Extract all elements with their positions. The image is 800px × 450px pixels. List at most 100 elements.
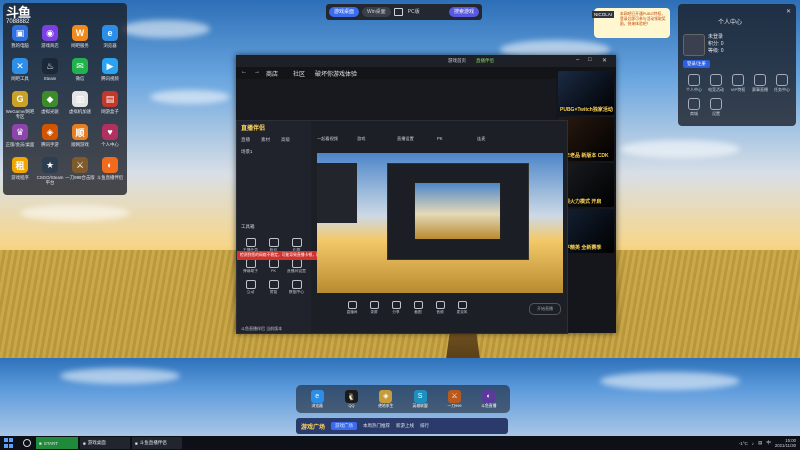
personal-center-item[interactable]: 商城 [683,98,705,117]
tool-bottombar: 开始直播 直播间 录屏 分享 截图 音频 麦克风 [313,299,567,323]
lol-icon: S [413,389,427,403]
monitor-icon[interactable] [393,8,403,16]
toolbox-item[interactable]: 弹幕助手 [239,259,262,274]
nav-store[interactable]: 商店 [266,69,278,78]
taskbar-app[interactable]: ■ 游戏桌面 [80,437,130,449]
dock-app[interactable]: ◈ 绝地求生 [372,389,400,409]
interact-icon [245,280,256,289]
taskbar-app[interactable]: ■ START [36,437,78,449]
dock-app[interactable]: e 浏览器 [303,389,331,409]
toolbar-tab[interactable]: PK [437,136,443,141]
fans-icon [268,238,279,247]
dock-app[interactable]: S 英雄联盟 [406,389,434,409]
maximize-icon[interactable]: □ [588,57,592,63]
square-tab[interactable]: 新游上线 [396,423,414,429]
toolbar-tab[interactable]: 直播设置 [397,136,414,142]
nav-community[interactable]: 社区 [293,69,305,78]
toolbar-tab[interactable]: 连麦 [477,136,485,142]
bottom-tool[interactable]: 录屏 [365,301,383,315]
bottom-tool[interactable]: 音频 [431,301,449,315]
tab-win-desktop[interactable]: Win桌面 [362,7,391,17]
login-button[interactable]: 登录/注册 [683,60,710,68]
desktop-app[interactable]: ★ CSGO/Steam平台 [35,157,65,185]
square-tab[interactable]: 游戏广场 [331,422,358,430]
desktop-app[interactable]: ▤ 网游盒子 [95,91,125,119]
close-icon[interactable]: ✕ [602,57,607,64]
app-label: 我的电脑 [11,43,29,48]
personal-center-item[interactable]: 个人中心 [683,74,705,93]
dock-app-label: 一刀999 [447,403,462,408]
desktop-app[interactable]: W 网吧服务 [65,25,95,53]
desktop-app[interactable]: ♥ 个人中心 [95,124,125,152]
desktop-app[interactable]: ✕ 网吧工具 [5,58,35,86]
game-search-button[interactable]: 搜索游戏 [448,7,479,17]
scene-item[interactable]: 场景1 [241,149,253,155]
minimize-icon[interactable]: – [576,57,579,63]
desktop-app[interactable]: ▥ 虚拟机加速 [65,91,95,119]
toolbox-item[interactable]: PK [262,259,285,274]
desktop-app[interactable]: ◉ 游戏商店 [35,25,65,53]
toolbox-item[interactable]: 数据中心 [285,280,308,295]
personal-center-item[interactable]: 电竞活动 [705,74,727,93]
bottom-tool[interactable]: 截图 [409,301,427,315]
desktop-app[interactable]: G WeGame/网吧专区 [5,91,35,119]
promo-notification[interactable]: NICOLAI 本网吧已开通PUBG特权，登录后即可参与活动领取奖励，快来体验吧… [592,8,670,38]
personal-center-item[interactable]: VIP特权 [727,74,749,93]
desktop-app[interactable]: ◐ 斗鱼直播伴侣 [95,157,125,185]
windows-start-icon[interactable] [4,438,14,448]
bottom-tool[interactable]: 分享 [387,301,405,315]
personal-center-item[interactable]: 任务中心 [771,74,793,93]
square-tab[interactable]: 本周热门推荐 [363,423,390,429]
desktop-app[interactable]: ◈ 腾讯手游 [35,124,65,152]
user-level: 等级: 0 [708,48,724,54]
ad-banner[interactable]: PUBG×Twitch独家活动 [558,71,614,115]
tab-material[interactable]: 素材 [261,137,270,143]
taskbar-app[interactable]: ■ 斗鱼直播伴侣 [132,437,182,449]
desktop-app[interactable]: ✉ 微信 [65,58,95,86]
cloud [620,140,740,158]
toolbox-item[interactable]: 互动 [239,280,262,295]
tab-game-desktop[interactable]: 游戏桌面 [329,7,360,17]
toolbar-tab[interactable]: 一起看视频 [317,136,338,142]
wegame-icon: G [12,91,28,107]
user-points: 积分: 0 [708,41,724,47]
desktop-app[interactable]: 顺顺网游戏 [65,124,95,152]
desktop-app[interactable]: ⚔ 一刀999合击版 [65,157,95,185]
close-icon[interactable]: ✕ [786,8,791,15]
network-icon[interactable]: ▤ [758,440,762,446]
start-live-button[interactable]: 开始直播 [529,303,561,315]
desktop-app[interactable]: ♛ 正版/会员/桌面 [5,124,35,152]
personal-center-item[interactable]: 设置 [705,98,727,117]
tab-game-home[interactable]: 游戏首页 [448,58,466,64]
desktop-app[interactable]: e 浏览器 [95,25,125,53]
forward-icon[interactable]: → [254,69,260,75]
tab-live-companion[interactable]: 直播伴侣 [476,58,494,64]
toolbox-item[interactable]: 直播间设置 [285,259,308,274]
avatar[interactable] [683,34,705,56]
bottom-tool[interactable]: 直播间 [343,301,361,315]
back-icon[interactable]: ← [241,69,247,75]
desktop-app[interactable]: ▶ 腾讯视频 [95,58,125,86]
clock[interactable]: 15:00 2021/11/30 [775,438,796,448]
dock-app[interactable]: ◐ 斗鱼直播 [475,389,503,409]
search-icon[interactable] [23,439,31,447]
desktop-app[interactable]: ▣ 我的电脑 [5,25,35,53]
desktop-app[interactable]: ♨ Steam [35,58,65,86]
toolbox-item[interactable]: 房管 [262,280,285,295]
desktop-app[interactable]: 租游戏程序 [5,157,35,185]
pc-version-label[interactable]: PC版 [406,7,422,17]
toolbar-tab[interactable]: 游戏 [357,136,365,142]
toolbox-item-label: 互动 [246,290,255,294]
personal-center-item[interactable]: 赛事直播 [749,74,771,93]
volume-icon[interactable]: ♪ [752,441,754,446]
tab-advanced[interactable]: 高级 [281,137,290,143]
input-lang[interactable]: 中 [766,440,771,446]
bottom-tool[interactable]: 麦克风 [453,301,471,315]
dock-app[interactable]: 🐧 QQ [337,390,365,408]
app-label: 游戏程序 [11,175,29,180]
desktop-app[interactable]: ◆ 虚拟光驱 [35,91,65,119]
pubg-icon: ◈ [379,389,393,403]
square-tab[interactable]: 排行 [420,423,429,429]
tab-live[interactable]: 直播 [241,137,250,143]
dock-app[interactable]: ⚔ 一刀999 [440,389,468,409]
